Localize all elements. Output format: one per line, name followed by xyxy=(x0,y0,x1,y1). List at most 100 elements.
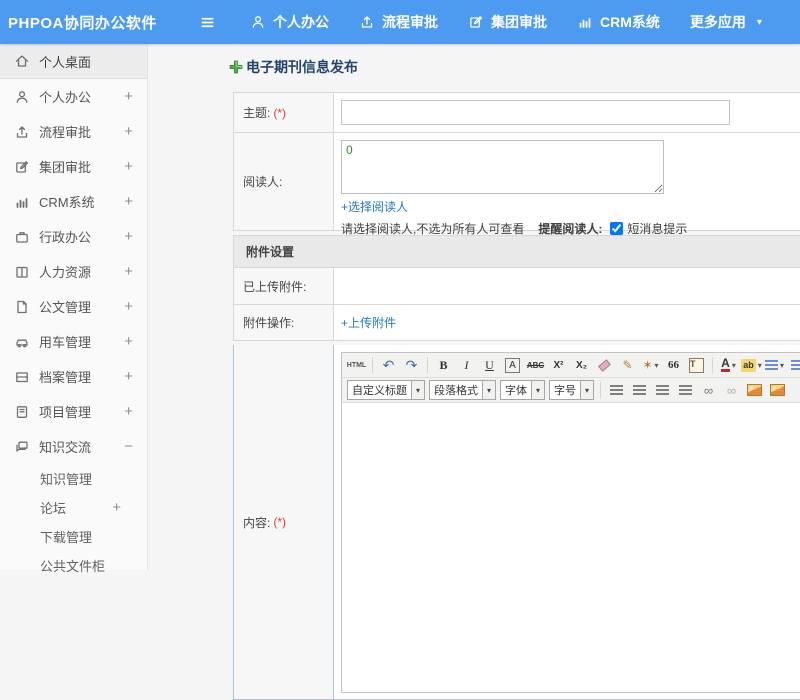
select-readers-link[interactable]: +选择阅读人 xyxy=(341,198,408,215)
upload-attachment-link[interactable]: +上传附件 xyxy=(341,314,396,331)
align-center-icon-glyph xyxy=(633,385,646,395)
superscript-icon[interactable]: X² xyxy=(548,355,569,376)
align-right-icon[interactable] xyxy=(652,380,673,401)
strikethrough-icon[interactable]: ABC xyxy=(525,355,546,376)
nav-label: 流程审批 xyxy=(382,12,438,32)
highlight-color-icon-glyph: ab xyxy=(741,359,756,372)
subscript-icon[interactable]: X₂ xyxy=(571,355,592,376)
align-justify-icon[interactable] xyxy=(675,380,696,401)
app-logo[interactable]: PHPOA协同办公软件 xyxy=(0,12,196,33)
nav-more-apps[interactable]: 更多应用▾ xyxy=(690,12,762,32)
sidebar-item-document-mgmt[interactable]: 公文管理+ xyxy=(0,289,147,324)
link-icon-glyph: ∞ xyxy=(704,383,713,398)
font-family-select[interactable]: 字体▾ xyxy=(500,380,545,400)
sidebar-item-knowledge-mgmt[interactable]: 知识管理 xyxy=(0,464,147,493)
select-value: 字体 xyxy=(501,381,531,399)
subject-input[interactable] xyxy=(341,100,730,125)
uploaded-attachments-row: 已上传附件: xyxy=(233,268,800,305)
expand-icon[interactable]: + xyxy=(124,333,133,350)
nav-group-approval[interactable]: 集团审批 xyxy=(468,12,547,32)
expand-icon[interactable]: + xyxy=(124,228,133,245)
collapse-icon[interactable]: − xyxy=(124,438,133,455)
sidebar-item-hr[interactable]: 人力资源+ xyxy=(0,254,147,289)
font-style-icon[interactable]: A xyxy=(502,355,523,376)
nav-personal-office[interactable]: 个人办公 xyxy=(250,12,329,32)
edit-icon xyxy=(14,159,30,175)
undo-icon[interactable]: ↶ xyxy=(378,355,399,376)
workflow-icon xyxy=(359,14,375,30)
nav-label: 集团审批 xyxy=(491,12,547,32)
sidebar-item-admin-office[interactable]: 行政办公+ xyxy=(0,219,147,254)
expand-icon[interactable]: + xyxy=(124,88,133,105)
content-required-mark: (*) xyxy=(273,515,286,529)
sidebar-item-project-mgmt[interactable]: 项目管理+ xyxy=(0,394,147,429)
align-center-icon[interactable] xyxy=(629,380,650,401)
doc-icon xyxy=(14,299,30,315)
underline-icon[interactable]: U xyxy=(479,355,500,376)
font-color-icon[interactable]: A▾ xyxy=(718,355,739,376)
quick-format-icon[interactable]: ✶▾ xyxy=(640,355,661,376)
sidebar-item-label: 流程审批 xyxy=(39,122,91,141)
subject-label: 主题: xyxy=(243,104,270,121)
italic-icon[interactable]: I xyxy=(456,355,477,376)
source-code-button[interactable]: HTML xyxy=(346,355,367,376)
sidebar-item-personal-office[interactable]: 个人办公+ xyxy=(0,79,147,114)
sidebar-item-knowledge-exchange[interactable]: 知识交流− xyxy=(0,429,147,464)
sms-notify-checkbox[interactable] xyxy=(610,222,623,235)
subscript-icon-glyph: X₂ xyxy=(576,360,587,371)
bold-icon[interactable]: B xyxy=(433,355,454,376)
sidebar-item-download-mgmt[interactable]: 下载管理 xyxy=(0,522,147,551)
sidebar-item-group-approval[interactable]: 集团审批+ xyxy=(0,149,147,184)
sidebar-item-crm-system[interactable]: CRM系统 + xyxy=(0,184,147,219)
remove-format-icon[interactable] xyxy=(594,355,615,376)
content-label: 内容: xyxy=(243,514,270,531)
link-icon[interactable]: ∞ xyxy=(698,380,719,401)
chevron-down-icon: ▾ xyxy=(482,381,495,399)
chevron-down-icon: ▾ xyxy=(655,361,659,370)
expand-icon[interactable]: + xyxy=(112,499,121,516)
redo-icon[interactable]: ↷ xyxy=(401,355,422,376)
sidebar-item-label: 下载管理 xyxy=(40,527,92,546)
editor-content-area[interactable] xyxy=(342,403,800,692)
expand-icon[interactable]: + xyxy=(124,368,133,385)
toolbar-separator xyxy=(600,382,601,398)
expand-icon[interactable]: + xyxy=(124,263,133,280)
sidebar-item-vehicle-mgmt[interactable]: 用车管理+ xyxy=(0,324,147,359)
sidebar-item-label: 论坛 xyxy=(40,498,66,517)
rich-text-editor: HTML↶↷BIUAABCX²X₂✎✶▾66TA▾ab▾▾ 自定义标题▾段落格式… xyxy=(341,352,800,693)
format-brush-icon[interactable]: ✎ xyxy=(617,355,638,376)
expand-icon[interactable]: + xyxy=(124,403,133,420)
nav-workflow-approval[interactable]: 流程审批 xyxy=(359,12,438,32)
font-size-select[interactable]: 字号▾ xyxy=(549,380,594,400)
quick-format-icon-glyph: ✶ xyxy=(642,358,652,372)
toolbar-separator xyxy=(712,357,713,373)
remind-readers-label: 提醒阅读人: xyxy=(538,220,602,237)
menu-toggle-icon[interactable] xyxy=(196,11,218,33)
sidebar-item-label: CRM系统 xyxy=(39,192,95,211)
expand-icon[interactable]: + xyxy=(124,193,133,210)
highlight-color-icon[interactable]: ab▾ xyxy=(741,355,762,376)
readers-textarea[interactable]: 0 xyxy=(341,140,664,194)
nav-crm-system[interactable]: CRM系统 xyxy=(577,12,660,32)
media-icon[interactable] xyxy=(767,380,788,401)
expand-icon[interactable]: + xyxy=(124,298,133,315)
paragraph-select[interactable]: 段落格式▾ xyxy=(429,380,496,400)
sidebar-item-forum[interactable]: 论坛 + xyxy=(0,493,147,522)
ordered-list-icon[interactable]: ▾ xyxy=(764,355,785,376)
remove-format-icon-glyph xyxy=(598,359,611,371)
heading-select[interactable]: 自定义标题▾ xyxy=(347,380,425,400)
expand-icon[interactable]: + xyxy=(124,158,133,175)
subject-required-mark: (*) xyxy=(273,106,286,120)
unlink-icon[interactable]: ∞ xyxy=(721,380,742,401)
paste-text-icon[interactable]: T xyxy=(686,355,707,376)
sidebar-item-archive-mgmt[interactable]: 档案管理+ xyxy=(0,359,147,394)
select-value: 自定义标题 xyxy=(348,381,411,399)
blockquote-icon[interactable]: 66 xyxy=(663,355,684,376)
add-icon xyxy=(229,60,243,74)
sidebar-item-personal-desktop[interactable]: 个人桌面 xyxy=(0,44,147,79)
align-left-icon[interactable] xyxy=(606,380,627,401)
image-icon[interactable] xyxy=(744,380,765,401)
expand-icon[interactable]: + xyxy=(124,123,133,140)
unordered-list-icon[interactable] xyxy=(787,355,800,376)
sidebar-item-workflow-approval[interactable]: 流程审批 + xyxy=(0,114,147,149)
